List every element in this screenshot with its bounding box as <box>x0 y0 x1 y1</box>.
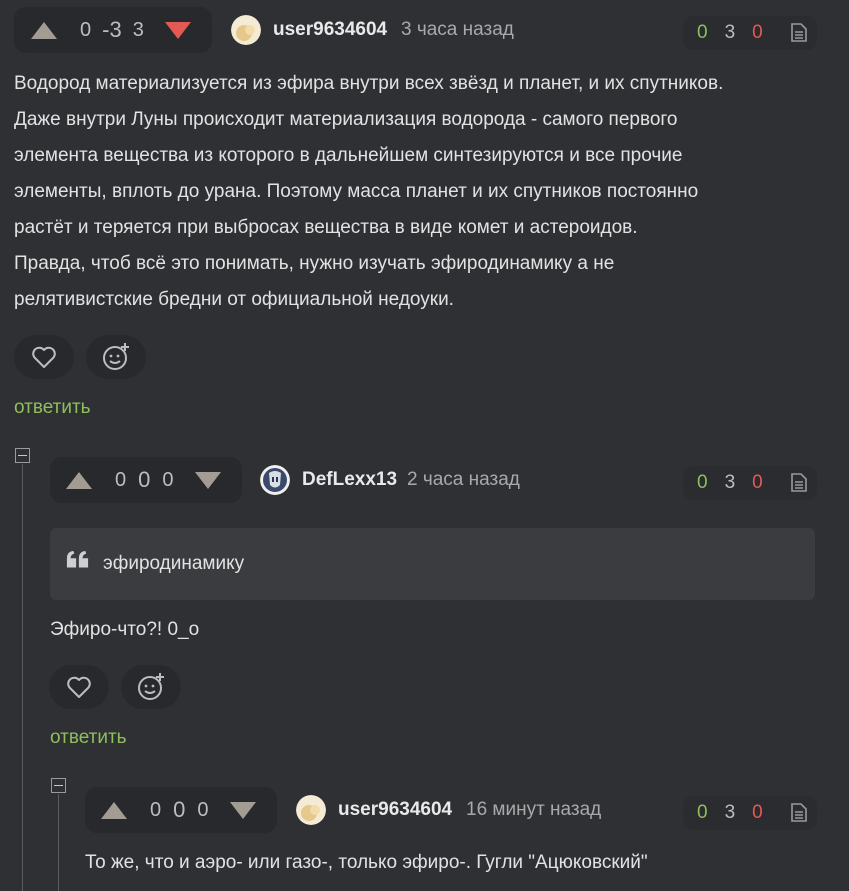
rating-total: 0 <box>173 797 186 822</box>
vote-box: 0 0 0 <box>85 787 277 833</box>
upvote-button[interactable] <box>66 471 92 489</box>
collapse-thread-button[interactable] <box>15 448 30 463</box>
react-button[interactable] <box>86 335 146 379</box>
avatar[interactable] <box>296 795 326 825</box>
stat-red: 0 <box>752 22 763 43</box>
smile-plus-icon <box>103 343 129 370</box>
comment-body: То же, что и аэро- или газо-, только эфи… <box>85 852 648 873</box>
comment-line: элементы, вплоть до урана. Поэтому масса… <box>14 181 699 202</box>
stat-grey: 3 <box>724 22 736 43</box>
author-name[interactable]: DefLexx13 <box>302 469 397 491</box>
heart-icon <box>32 346 56 368</box>
avatar[interactable] <box>260 465 290 495</box>
smile-plus-icon <box>138 673 164 700</box>
rating-plus: 0 <box>80 18 92 41</box>
stat-grey: 3 <box>724 472 736 493</box>
rating-total: -3 <box>102 17 122 42</box>
comment-line: элемента вещества из которого в дальнейш… <box>14 145 683 166</box>
stat-green: 0 <box>697 802 708 823</box>
document-icon[interactable] <box>791 803 807 822</box>
comment-line: растёт и теряется при выбросах вещества … <box>14 217 638 238</box>
vote-box: 0 0 0 <box>50 457 242 503</box>
thread-line[interactable] <box>22 464 23 891</box>
comment-body: Водород материализуется из эфира внутри … <box>14 66 844 318</box>
comment-line: Даже внутри Луны происходит материализац… <box>14 109 678 130</box>
rating-plus: 0 <box>115 468 127 491</box>
stat-green: 0 <box>697 472 708 493</box>
rating-minus: 0 <box>162 468 174 491</box>
stat-grey: 3 <box>724 802 736 823</box>
heart-icon <box>67 676 91 698</box>
stat-red: 0 <box>752 802 763 823</box>
timestamp[interactable]: 3 часа назад <box>401 19 514 41</box>
timestamp[interactable]: 16 минут назад <box>466 799 601 821</box>
downvote-button[interactable] <box>194 471 221 489</box>
stat-green: 0 <box>697 22 708 43</box>
rating-total: 0 <box>138 467 151 492</box>
collapse-thread-button[interactable] <box>51 778 66 793</box>
quote-text: эфиродинамику <box>103 553 245 574</box>
upvote-button[interactable] <box>31 21 57 39</box>
comment-line: релятивистские бредни от официальной нед… <box>14 289 454 310</box>
quote-icon <box>66 550 89 568</box>
author-name[interactable]: user9634604 <box>273 19 387 41</box>
document-icon[interactable] <box>791 473 807 492</box>
downvote-button[interactable] <box>229 801 256 819</box>
timestamp[interactable]: 2 часа назад <box>407 469 520 491</box>
comment-stats: 0 3 0 <box>683 466 817 500</box>
reply-link[interactable]: ответить <box>14 397 91 419</box>
comment-stats: 0 3 0 <box>683 796 817 830</box>
vote-box: 0 -3 3 <box>14 7 212 53</box>
rating-minus: 0 <box>197 798 209 821</box>
comment-line: Правда, чтоб всё это понимать, нужно изу… <box>14 253 615 274</box>
like-button[interactable] <box>49 665 109 709</box>
react-button[interactable] <box>121 665 181 709</box>
thread-line[interactable] <box>58 794 59 891</box>
comment-line: Водород материализуется из эфира внутри … <box>14 73 724 94</box>
reply-link[interactable]: ответить <box>50 727 127 749</box>
like-button[interactable] <box>14 335 74 379</box>
comment-body: Эфиро-что?! 0_о <box>50 619 200 640</box>
comment-stats: 0 3 0 <box>683 16 817 50</box>
downvote-button[interactable] <box>164 21 191 39</box>
quote-block: эфиродинамику <box>50 528 815 600</box>
author-name[interactable]: user9634604 <box>338 799 452 821</box>
rating-minus: 3 <box>132 18 144 41</box>
upvote-button[interactable] <box>101 801 127 819</box>
avatar[interactable] <box>231 15 261 45</box>
document-icon[interactable] <box>791 23 807 42</box>
rating-plus: 0 <box>150 798 162 821</box>
stat-red: 0 <box>752 472 763 493</box>
